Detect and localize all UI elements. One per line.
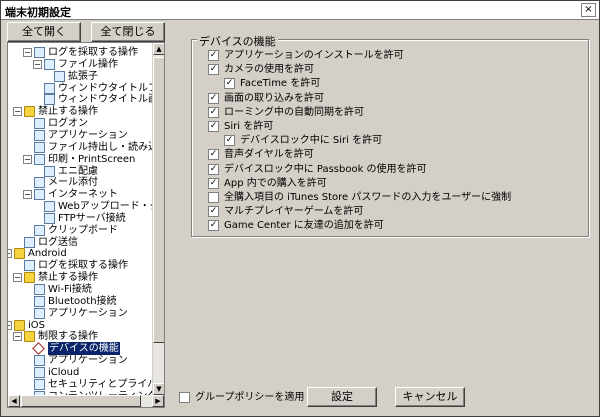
window-title: 端末初期設定 (5, 6, 71, 19)
page-icon (34, 141, 45, 153)
unchecked-checkbox[interactable] (208, 192, 219, 203)
page-icon (34, 153, 45, 165)
tree-horizontal-scrollbar[interactable]: ◀ ▶ (8, 395, 164, 407)
page-icon (34, 189, 45, 201)
close-button[interactable]: × (581, 3, 596, 17)
horizontal-scroll-thumb[interactable] (21, 395, 141, 407)
checked-checkbox[interactable]: ✓ (208, 163, 219, 175)
page-icon (24, 260, 35, 272)
group-policy-label: グループポリシーを適用 (195, 392, 305, 403)
settings-window: 端末初期設定 × 全て開く 全て閉じる − ログを採取する操作 − ファイル操作 拡張子… (0, 0, 600, 417)
settings-tree: −ログを採取する操作−ファイル操作拡張子ウィンドウタイトルフィルウィンドウタイト… (7, 42, 165, 408)
page-icon (34, 366, 45, 378)
checked-checkbox[interactable]: ✓ (224, 135, 235, 147)
page-icon (44, 201, 55, 213)
collapse-all-button[interactable]: 全て閉じる (91, 22, 165, 42)
page-icon (34, 47, 45, 58)
scroll-right-button[interactable]: ▶ (152, 395, 164, 407)
page-icon (44, 165, 55, 177)
tree-expander-icon[interactable]: − (8, 320, 12, 330)
page-icon (24, 236, 35, 248)
feature-option-label: App 内での購入を許可 (224, 177, 327, 189)
page-icon (34, 224, 45, 236)
tree-expander-icon[interactable]: − (13, 107, 22, 117)
feature-option-label: アプリケーションのインストールを許可 (224, 50, 404, 61)
folder-icon (24, 331, 35, 343)
feature-option-label: ローミング中の自動同期を許可 (224, 106, 364, 118)
title-bar: 端末初期設定 × (1, 1, 599, 20)
device-features-group: ✓ アプリケーションのインストールを許可 ✓ カメラの使用を許可 ✓ FaceTime を… (191, 39, 589, 237)
page-icon (34, 307, 45, 319)
group-policy-checkbox[interactable] (179, 392, 190, 403)
checked-checkbox[interactable]: ✓ (208, 92, 219, 104)
page-icon (44, 212, 55, 224)
page-icon (34, 129, 45, 141)
page-icon (34, 295, 45, 307)
checked-checkbox[interactable]: ✓ (208, 64, 219, 76)
checked-checkbox[interactable]: ✓ (208, 121, 219, 132)
checked-checkbox[interactable]: ✓ (208, 149, 219, 161)
feature-option-label: 全購入項目の iTunes Store パスワードの入力をユーザーに強制 (224, 192, 512, 203)
scroll-left-button[interactable]: ◀ (8, 395, 20, 407)
feature-option-label: デバイスロック中に Siri を許可 (240, 135, 383, 147)
checked-checkbox[interactable]: ✓ (224, 78, 235, 90)
checked-checkbox[interactable]: ✓ (208, 220, 219, 232)
checked-checkbox[interactable]: ✓ (208, 50, 219, 61)
checked-checkbox[interactable]: ✓ (208, 177, 219, 189)
feature-option-label: 音声ダイヤルを許可 (224, 149, 314, 161)
scroll-up-button[interactable]: ▲ (153, 43, 164, 55)
page-icon (34, 378, 45, 390)
checked-checkbox[interactable]: ✓ (208, 106, 219, 118)
tree-expander-icon[interactable]: − (23, 48, 32, 57)
feature-option-label: FaceTime を許可 (240, 78, 321, 90)
checked-checkbox[interactable]: ✓ (208, 206, 219, 218)
tree-expander-icon[interactable]: − (8, 249, 12, 259)
folder-icon (14, 248, 25, 260)
feature-option-label: デバイスロック中に Passbook の使用を許可 (224, 163, 427, 175)
page-icon (44, 94, 55, 106)
settings-button[interactable]: 設定 (307, 387, 377, 407)
page-icon (34, 355, 45, 367)
folder-icon (24, 272, 35, 284)
page-icon (34, 177, 45, 189)
feature-option-label: マルチプレイヤーゲームを許可 (224, 206, 364, 218)
tree-vertical-scrollbar[interactable]: ▲ ▼ (152, 43, 164, 395)
folder-icon (14, 319, 25, 331)
group-title: デバイスの機能 (197, 33, 278, 49)
scroll-down-button[interactable]: ▼ (153, 383, 164, 395)
tree-expander-icon[interactable]: − (23, 190, 32, 200)
page-icon (44, 58, 55, 70)
feature-option-label: Game Center に友達の追加を許可 (224, 220, 384, 232)
tree-expander-icon[interactable]: − (13, 332, 22, 342)
tree-expander-icon[interactable]: − (13, 273, 22, 283)
tree-expander-icon[interactable]: − (33, 59, 42, 69)
page-icon (44, 82, 55, 94)
page-icon (34, 284, 45, 295)
feature-option-label: 画面の取り込みを許可 (224, 92, 324, 104)
page-icon (54, 70, 65, 82)
folder-icon (24, 106, 35, 118)
feature-option-label: Siri を許可 (224, 121, 274, 132)
tree-expander-icon[interactable]: − (23, 154, 32, 164)
page-icon (34, 118, 45, 130)
expand-all-button[interactable]: 全て開く (7, 22, 81, 42)
cancel-button[interactable]: キャンセル (395, 387, 465, 407)
vertical-scroll-thumb[interactable] (153, 57, 164, 343)
feature-option-label: カメラの使用を許可 (224, 64, 314, 76)
